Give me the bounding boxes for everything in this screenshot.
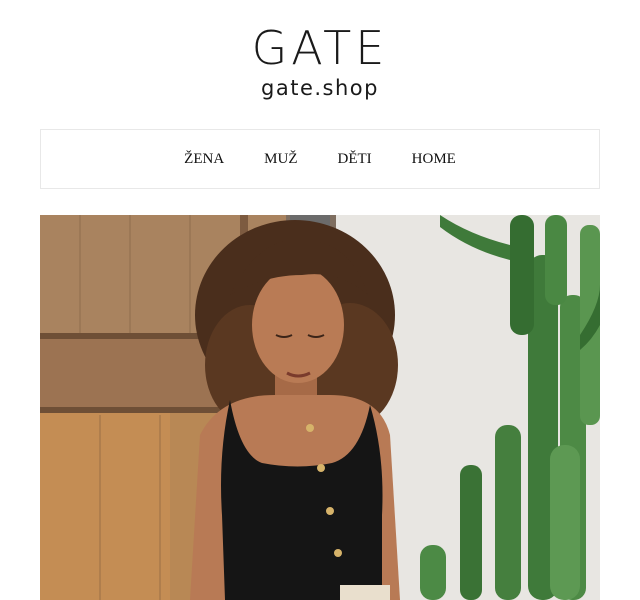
brand-logo[interactable]: GATE gate.shop [0,0,640,110]
nav-item-muz[interactable]: MUŽ [244,151,317,168]
category-nav: ŽENA MUŽ DĚTI HOME [40,129,600,189]
button-detail [317,464,325,472]
nav-item-deti[interactable]: DĚTI [318,151,392,168]
logo-wordmark[interactable]: GATE [0,22,640,74]
nav-item-home[interactable]: HOME [392,151,476,168]
button-detail [334,549,342,557]
hero-photo [40,215,600,600]
button-detail [326,507,334,515]
nav-item-zena[interactable]: ŽENA [164,151,244,168]
button-detail [306,424,314,432]
model-figure [190,220,400,600]
logo-domain[interactable]: gate.shop [0,74,640,102]
hero-image[interactable] [40,215,600,600]
